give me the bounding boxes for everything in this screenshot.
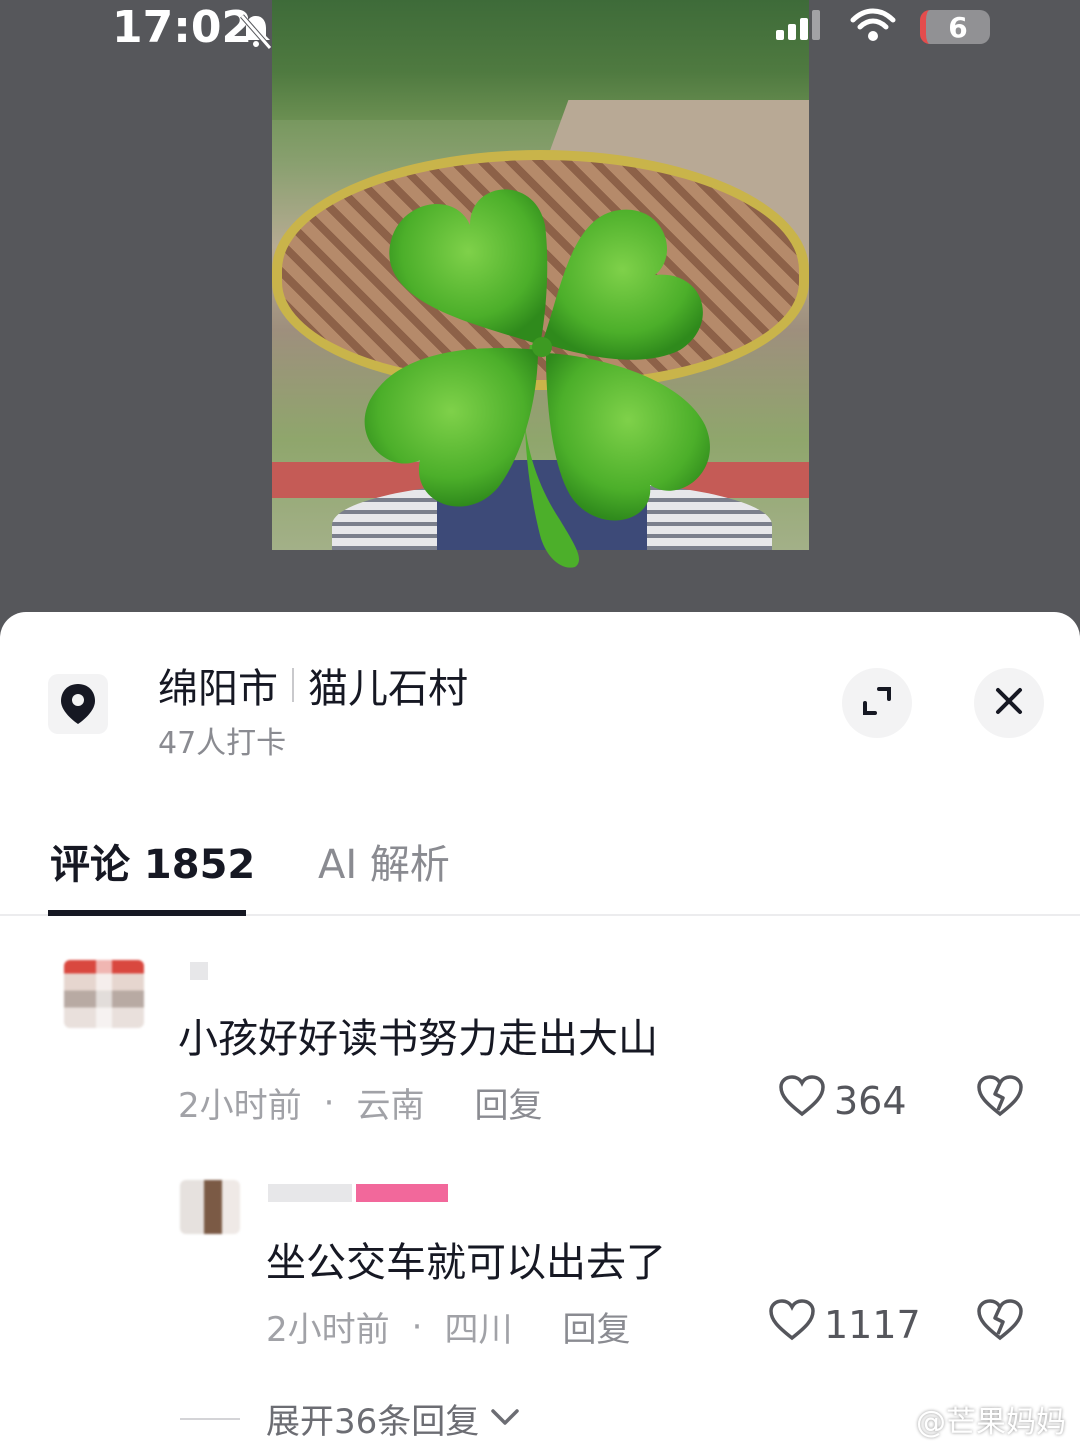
comment-region: 四川 [444,1310,513,1350]
status-icons: 6 [774,8,990,46]
broken-heart-icon [976,1299,1024,1346]
location-title[interactable]: 绵阳市 猫儿石村 [158,656,468,714]
meta-dot: · [411,1306,423,1347]
location-checkins: 47人打卡 [158,726,287,761]
comment-meta: 2小时前 · 四川 回复 [266,1302,630,1351]
dislike-button[interactable] [976,1298,1024,1346]
avatar[interactable] [64,960,144,1028]
broken-heart-icon [976,1075,1024,1122]
like-count: 1117 [824,1302,921,1347]
cellular-signal-icon [774,8,826,46]
battery-level: 6 [948,10,968,44]
comment-region: 云南 [356,1086,425,1126]
user-badge-blurred [356,1184,448,1202]
location-place: 猫儿石村 [308,666,468,712]
expand-replies-label: 展开36条回复 [266,1402,480,1442]
like-button[interactable]: 364 [778,1074,907,1127]
status-time: 17:02 [112,2,253,53]
avatar[interactable] [180,1180,240,1234]
like-count: 364 [834,1078,907,1123]
comments-sheet: 绵阳市 猫儿石村 47人打卡 评论 1852 AI 解析 小孩好好读书努力走出大… [0,612,1080,1451]
comment-time: 2小时前 [178,1086,302,1126]
mute-bell-icon [236,10,276,54]
username-blurred[interactable] [268,1184,352,1202]
battery-indicator: 6 [920,10,990,44]
expand-divider [180,1417,240,1420]
location-separator [292,668,294,702]
expand-icon [859,683,895,723]
comment-text: 坐公交车就可以出去了 [266,1240,666,1286]
comment-time: 2小时前 [266,1310,390,1350]
dislike-button[interactable] [976,1074,1024,1122]
wifi-icon [850,8,896,46]
comment-meta: 2小时前 · 云南 回复 [178,1078,542,1127]
chevron-down-icon [489,1405,521,1433]
location-city: 绵阳市 [158,666,278,712]
username-blurred[interactable] [190,962,208,980]
expand-button[interactable] [842,668,912,738]
like-button[interactable]: 1117 [768,1298,921,1351]
weibo-logo-icon [870,1399,910,1439]
reply-button[interactable]: 回复 [474,1078,542,1127]
comment-text: 小孩好好读书努力走出大山 [178,1016,658,1062]
clover-sticker-icon [360,175,720,570]
video-background: 17:02 6 [0,0,1080,640]
watermark: @芒果妈妈 [870,1397,1066,1441]
active-tab-indicator [48,910,246,916]
location-pin-icon [48,674,108,734]
meta-dot: · [323,1082,335,1123]
heart-icon [778,1074,826,1127]
close-icon [993,685,1025,721]
tab-comments[interactable]: 评论 1852 [50,832,255,890]
heart-icon [768,1298,816,1351]
reply-button[interactable]: 回复 [562,1302,630,1351]
expand-replies-button[interactable]: 展开36条回复 [180,1394,521,1443]
watermark-text: @芒果妈妈 [916,1405,1066,1440]
tab-ai-analysis[interactable]: AI 解析 [318,832,450,890]
tab-bar: 评论 1852 AI 解析 [0,832,1080,916]
close-button[interactable] [974,668,1044,738]
